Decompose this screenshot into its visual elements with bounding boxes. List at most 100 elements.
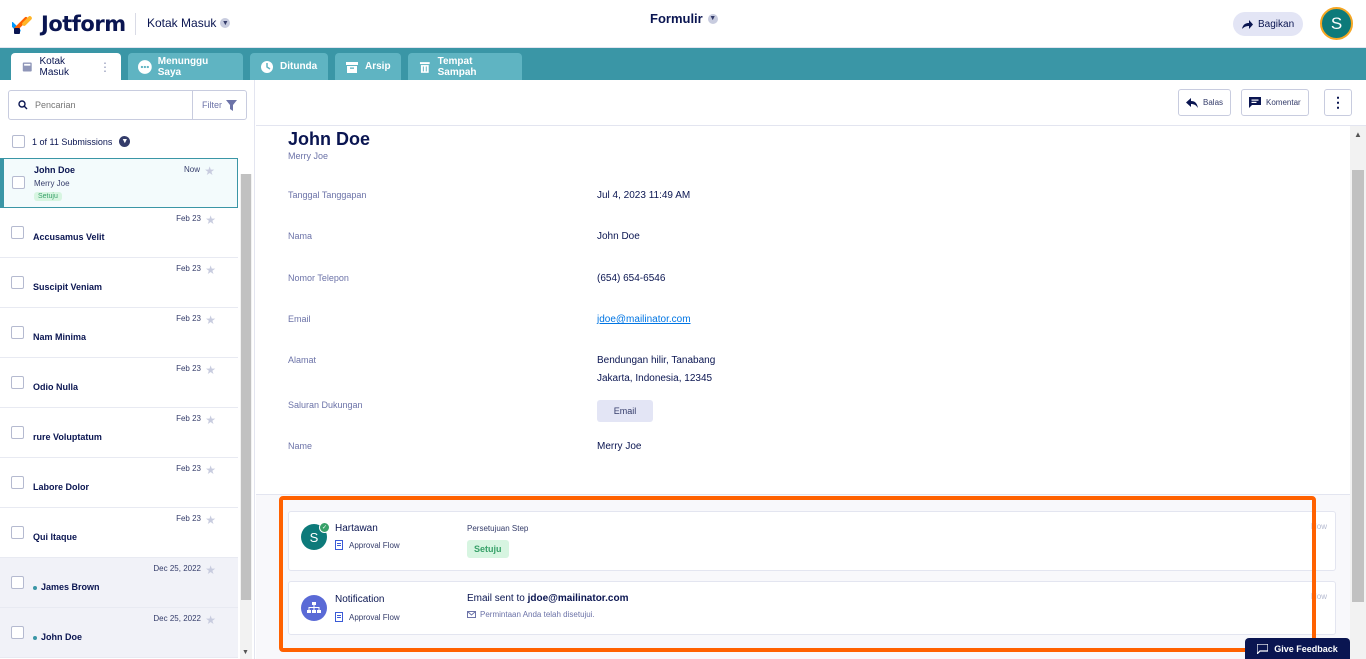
comment-button[interactable]: Komentar — [1241, 89, 1309, 116]
scrollbar-thumb[interactable] — [1352, 170, 1364, 602]
list-item[interactable]: Odio Nulla Feb 23 ★ — [0, 358, 238, 408]
select-all-checkbox[interactable] — [12, 135, 25, 148]
reply-label: Balas — [1203, 98, 1224, 107]
star-icon[interactable]: ★ — [205, 363, 216, 377]
submission-name: Odio Nulla — [33, 382, 78, 392]
filter-label: Filter — [202, 100, 222, 110]
chevron-down-icon[interactable]: ▼ — [119, 136, 131, 147]
comment-icon — [1249, 97, 1261, 108]
top-header: Jotform Kotak Masuk ▼ Formulir ▼ Bagikan… — [0, 0, 1366, 48]
row-checkbox[interactable] — [11, 276, 24, 289]
star-icon[interactable]: ★ — [205, 263, 216, 277]
channel-chip: Email — [597, 400, 653, 422]
star-icon[interactable]: ★ — [205, 213, 216, 227]
star-icon[interactable]: ★ — [204, 164, 215, 178]
submission-date: Feb 23 — [176, 364, 201, 373]
notification-email-line: Email sent to jdoe@mailinator.com — [467, 593, 628, 604]
detail-scrollbar[interactable]: ▲ — [1350, 126, 1366, 659]
row-checkbox[interactable] — [11, 526, 24, 539]
give-feedback-button[interactable]: Give Feedback — [1245, 638, 1350, 659]
field-label-name: Name — [288, 441, 313, 451]
list-item[interactable]: Accusamus Velit Feb 23 ★ — [0, 208, 238, 258]
tab-ditunda[interactable]: Ditunda — [250, 53, 328, 80]
tab-tempat-sampah[interactable]: Tempat Sampah — [408, 53, 522, 80]
submission-name-text: John Doe — [41, 632, 83, 642]
tab-label: Tempat Sampah — [437, 55, 477, 78]
approval-step-label: Persetujuan Step — [467, 524, 529, 533]
approval-flow-section: S ✓ Hartawan Approval Flow Persetujuan S… — [256, 495, 1350, 659]
star-icon[interactable]: ★ — [205, 563, 216, 577]
tab-menunggu-saya[interactable]: Menunggu Saya — [128, 53, 243, 80]
tab-kotak-masuk[interactable]: Kotak Masuk ⋮ — [11, 53, 121, 80]
email-link[interactable]: jdoe@mailinator.com — [597, 314, 691, 325]
tab-label: Arsip — [365, 61, 391, 72]
form-title-dropdown[interactable]: Formulir ▼ — [650, 11, 718, 26]
inbox-switcher[interactable]: Kotak Masuk ▼ — [147, 16, 231, 30]
row-checkbox[interactable] — [11, 426, 24, 439]
submission-date: Feb 23 — [176, 314, 201, 323]
filter-button[interactable]: Filter — [192, 91, 246, 119]
star-icon[interactable]: ★ — [205, 613, 216, 627]
list-item[interactable]: John Doe Merry Joe Setuju Now ★ — [0, 158, 238, 208]
tab-label: Menunggu Saya — [157, 55, 209, 78]
row-checkbox[interactable] — [11, 476, 24, 489]
share-button[interactable]: Bagikan — [1233, 12, 1304, 36]
list-item[interactable]: Labore Dolor Feb 23 ★ — [0, 458, 238, 508]
approver-flow-label: Approval Flow — [335, 540, 400, 550]
more-options-button[interactable]: ⋮ — [1324, 89, 1352, 116]
hierarchy-icon — [307, 602, 321, 613]
submission-name: Qui Itaque — [33, 532, 78, 542]
list-item[interactable]: James Brown Dec 25, 2022 ★ — [0, 558, 238, 608]
list-item[interactable]: Nam Minima Feb 23 ★ — [0, 308, 238, 358]
list-item[interactable]: John Doe Dec 25, 2022 ★ — [0, 608, 238, 658]
list-item[interactable]: rure Voluptatum Feb 23 ★ — [0, 408, 238, 458]
field-value-name: Merry Joe — [597, 441, 642, 452]
unread-dot — [33, 635, 37, 640]
tab-arsip[interactable]: Arsip — [335, 53, 401, 80]
search-box: Filter — [8, 90, 247, 120]
row-checkbox[interactable] — [11, 376, 24, 389]
jotform-logo[interactable]: Jotform — [12, 12, 126, 36]
star-icon[interactable]: ★ — [205, 513, 216, 527]
search-input[interactable] — [35, 100, 175, 110]
notification-flow-label: Approval Flow — [335, 612, 400, 622]
submission-date: Dec 25, 2022 — [153, 614, 201, 623]
submission-subtitle: Merry Joe — [34, 179, 70, 188]
field-label-nama: Nama — [288, 231, 313, 241]
submission-detail: John Doe Merry Joe Tanggal Tanggapan Jul… — [256, 126, 1350, 659]
star-icon[interactable]: ★ — [205, 413, 216, 427]
star-icon[interactable]: ★ — [205, 463, 216, 477]
scrollbar-thumb[interactable] — [241, 174, 251, 600]
reply-button[interactable]: Balas — [1178, 89, 1232, 116]
row-checkbox[interactable] — [11, 226, 24, 239]
more-vertical-icon[interactable]: ⋮ — [99, 60, 111, 74]
list-scrollbar[interactable]: ▼ — [240, 174, 252, 659]
share-arrow-icon — [1242, 19, 1253, 29]
notification-email: jdoe@mailinator.com — [527, 593, 629, 604]
logo-text: Jotform — [41, 12, 126, 36]
approver-name: Hartawan — [335, 523, 378, 534]
comment-label: Komentar — [1266, 98, 1301, 107]
user-avatar[interactable]: S — [1320, 7, 1353, 40]
reply-icon — [1186, 97, 1198, 108]
row-checkbox[interactable] — [11, 626, 24, 639]
page-subtitle: Merry Joe — [288, 151, 329, 161]
inbox-icon — [22, 62, 32, 71]
row-checkbox[interactable] — [12, 176, 25, 189]
chevron-down-icon: ▼ — [220, 18, 231, 28]
trash-icon — [419, 61, 430, 73]
row-checkbox[interactable] — [11, 326, 24, 339]
field-value-alamat-line2: Jakarta, Indonesia, 12345 — [597, 373, 713, 384]
check-icon: ✓ — [319, 522, 330, 533]
flow-label: Approval Flow — [349, 612, 400, 622]
row-checkbox[interactable] — [11, 576, 24, 589]
star-icon[interactable]: ★ — [205, 313, 216, 327]
submission-name: Accusamus Velit — [33, 232, 105, 242]
scroll-down-icon[interactable]: ▼ — [242, 649, 249, 656]
list-item[interactable]: Qui Itaque Feb 23 ★ — [0, 508, 238, 558]
unread-dot — [33, 585, 37, 590]
jotform-logo-icon — [12, 16, 32, 34]
form-title: Formulir — [650, 11, 703, 26]
scroll-up-icon[interactable]: ▲ — [1354, 130, 1362, 139]
list-item[interactable]: Suscipit Veniam Feb 23 ★ — [0, 258, 238, 308]
